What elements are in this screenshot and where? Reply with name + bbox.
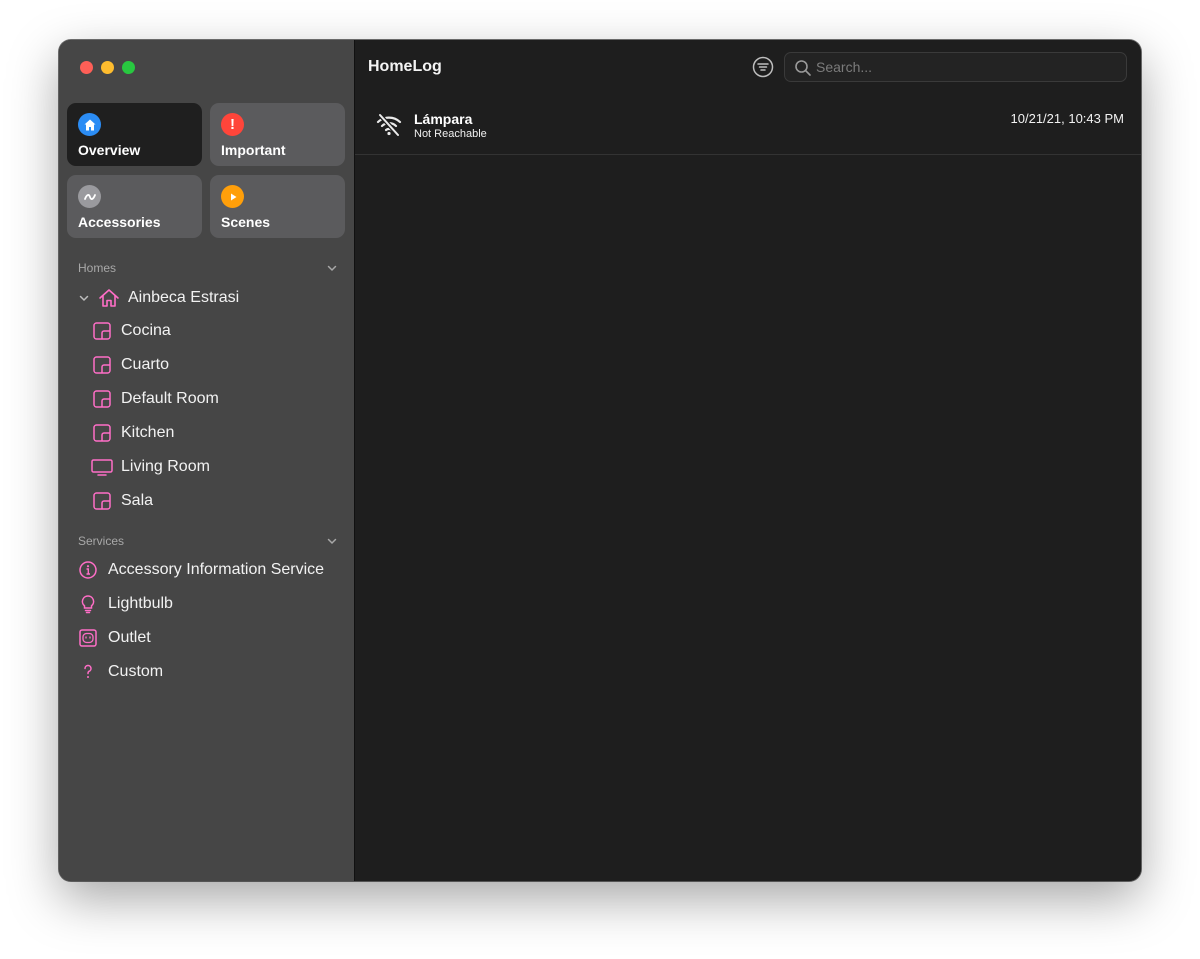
service-item-accessory-information[interactable]: Accessory Information Service [59, 555, 355, 585]
house-outline-icon [99, 289, 119, 307]
accessory-name: Lámpara [414, 111, 473, 127]
room-label: Cuarto [121, 356, 170, 373]
lightbulb-icon [81, 595, 95, 614]
chevron-down-icon[interactable] [326, 262, 338, 274]
tile-label: Scenes [221, 214, 271, 230]
chevron-down-icon[interactable] [326, 535, 338, 547]
services-header-label: Services [78, 534, 125, 548]
minimize-window-button[interactable] [101, 61, 114, 74]
main-content: HomeLog Lámpara Not Reachable 10/21/21, … [355, 40, 1141, 881]
room-item-cuarto[interactable]: Cuarto [59, 350, 355, 380]
close-window-button[interactable] [80, 61, 93, 74]
room-item-kitchen[interactable]: Kitchen [59, 418, 355, 448]
search-input[interactable] [816, 53, 1116, 81]
exclamation-icon: ! [221, 113, 244, 136]
room-label: Kitchen [121, 424, 175, 441]
service-label: Custom [108, 663, 164, 680]
home-label: Ainbeca Estrasi [128, 289, 240, 306]
tile-label: Accessories [78, 214, 161, 230]
filter-icon[interactable] [752, 56, 774, 78]
service-item-outlet[interactable]: Outlet [59, 623, 355, 653]
tv-icon [91, 459, 113, 476]
room-icon [93, 492, 111, 510]
tile-overview[interactable]: Overview [67, 103, 202, 166]
app-title: HomeLog [368, 58, 442, 75]
tile-accessories[interactable]: Accessories [67, 175, 202, 238]
outlet-icon [79, 629, 97, 647]
house-icon [78, 113, 101, 136]
room-item-cocina[interactable]: Cocina [59, 316, 355, 346]
room-icon [93, 356, 111, 374]
info-icon [79, 561, 97, 579]
room-icon [93, 322, 111, 340]
wifi-off-icon [376, 112, 402, 138]
tile-scenes[interactable]: Scenes [210, 175, 345, 238]
room-icon [93, 424, 111, 442]
sidebar: Overview ! Important Accessories Scenes … [59, 40, 355, 881]
room-item-default-room[interactable]: Default Room [59, 384, 355, 414]
service-item-custom[interactable]: Custom [59, 657, 355, 687]
window-controls [80, 61, 135, 74]
log-row[interactable]: Lámpara Not Reachable 10/21/21, 10:43 PM [355, 96, 1141, 155]
maximize-window-button[interactable] [122, 61, 135, 74]
service-label: Accessory Information Service [108, 561, 325, 578]
tile-important[interactable]: ! Important [210, 103, 345, 166]
homes-header-label: Homes [78, 261, 117, 275]
activity-icon [78, 185, 101, 208]
room-label: Sala [121, 492, 154, 509]
chevron-down-icon[interactable] [78, 292, 90, 304]
tile-label: Important [221, 142, 286, 158]
search-icon [795, 60, 811, 76]
room-label: Cocina [121, 322, 171, 339]
room-label: Living Room [121, 458, 210, 475]
room-label: Default Room [121, 390, 219, 407]
room-item-sala[interactable]: Sala [59, 486, 355, 516]
room-item-living-room[interactable]: Living Room [59, 452, 355, 482]
log-timestamp: 10/21/21, 10:43 PM [1010, 111, 1124, 126]
play-icon [221, 185, 244, 208]
homes-section-header[interactable]: Homes [78, 261, 338, 275]
toolbar: HomeLog [355, 40, 1141, 96]
service-label: Lightbulb [108, 595, 173, 612]
home-item-ainbeca-estrasi[interactable]: Ainbeca Estrasi [59, 283, 355, 313]
tile-label: Overview [78, 142, 141, 158]
category-tiles: Overview ! Important Accessories Scenes [67, 103, 345, 238]
service-item-lightbulb[interactable]: Lightbulb [59, 589, 355, 619]
service-label: Outlet [108, 629, 151, 646]
app-window: Overview ! Important Accessories Scenes … [59, 40, 1141, 881]
services-section-header[interactable]: Services [78, 534, 338, 548]
search-field[interactable] [784, 52, 1127, 82]
accessory-status: Not Reachable [414, 128, 487, 140]
room-icon [93, 390, 111, 408]
question-icon [84, 664, 92, 678]
